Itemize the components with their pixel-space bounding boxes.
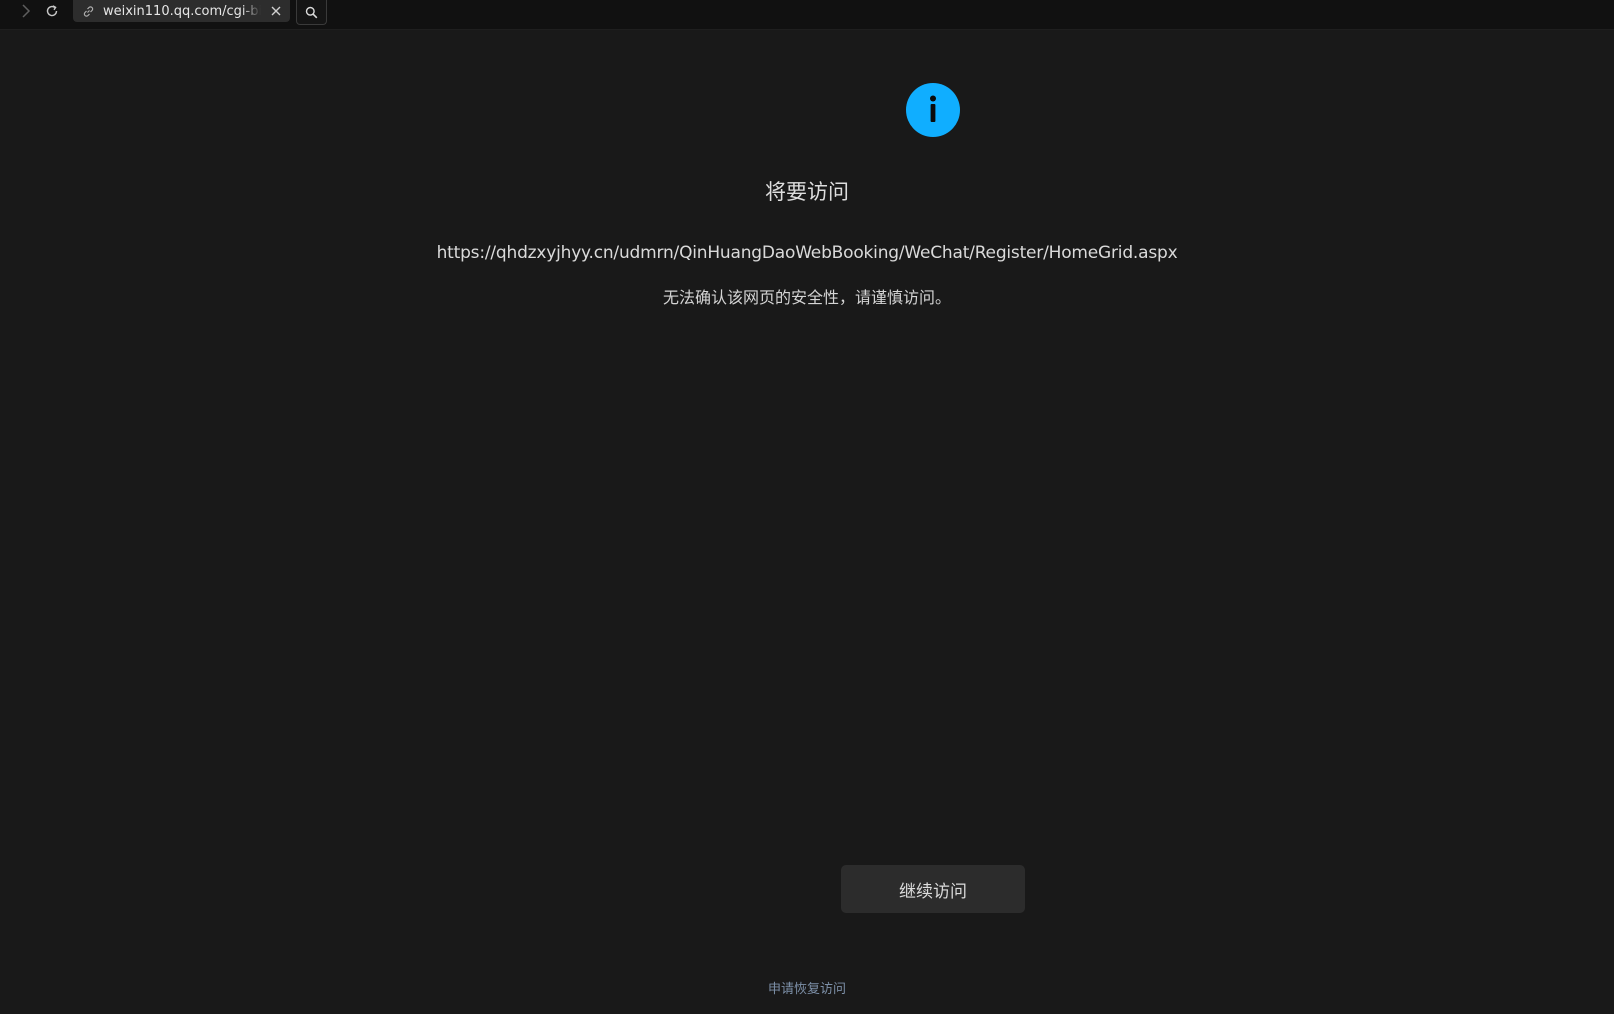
security-warning: 无法确认该网页的安全性，请谨慎访问。 xyxy=(662,288,951,307)
target-url: https://qhdzxyjhyy.cn/udmrn/QinHuangDaoW… xyxy=(436,243,1178,263)
continue-button[interactable]: 继续访问 xyxy=(841,865,1025,913)
page-title: 将要访问 xyxy=(765,180,849,204)
restore-access-link[interactable]: 申请恢复访问 xyxy=(0,978,1614,997)
info-icon xyxy=(906,83,960,137)
page-content: 将要访问 https://qhdzxyjhyy.cn/udmrn/QinHuan… xyxy=(0,0,1614,1014)
